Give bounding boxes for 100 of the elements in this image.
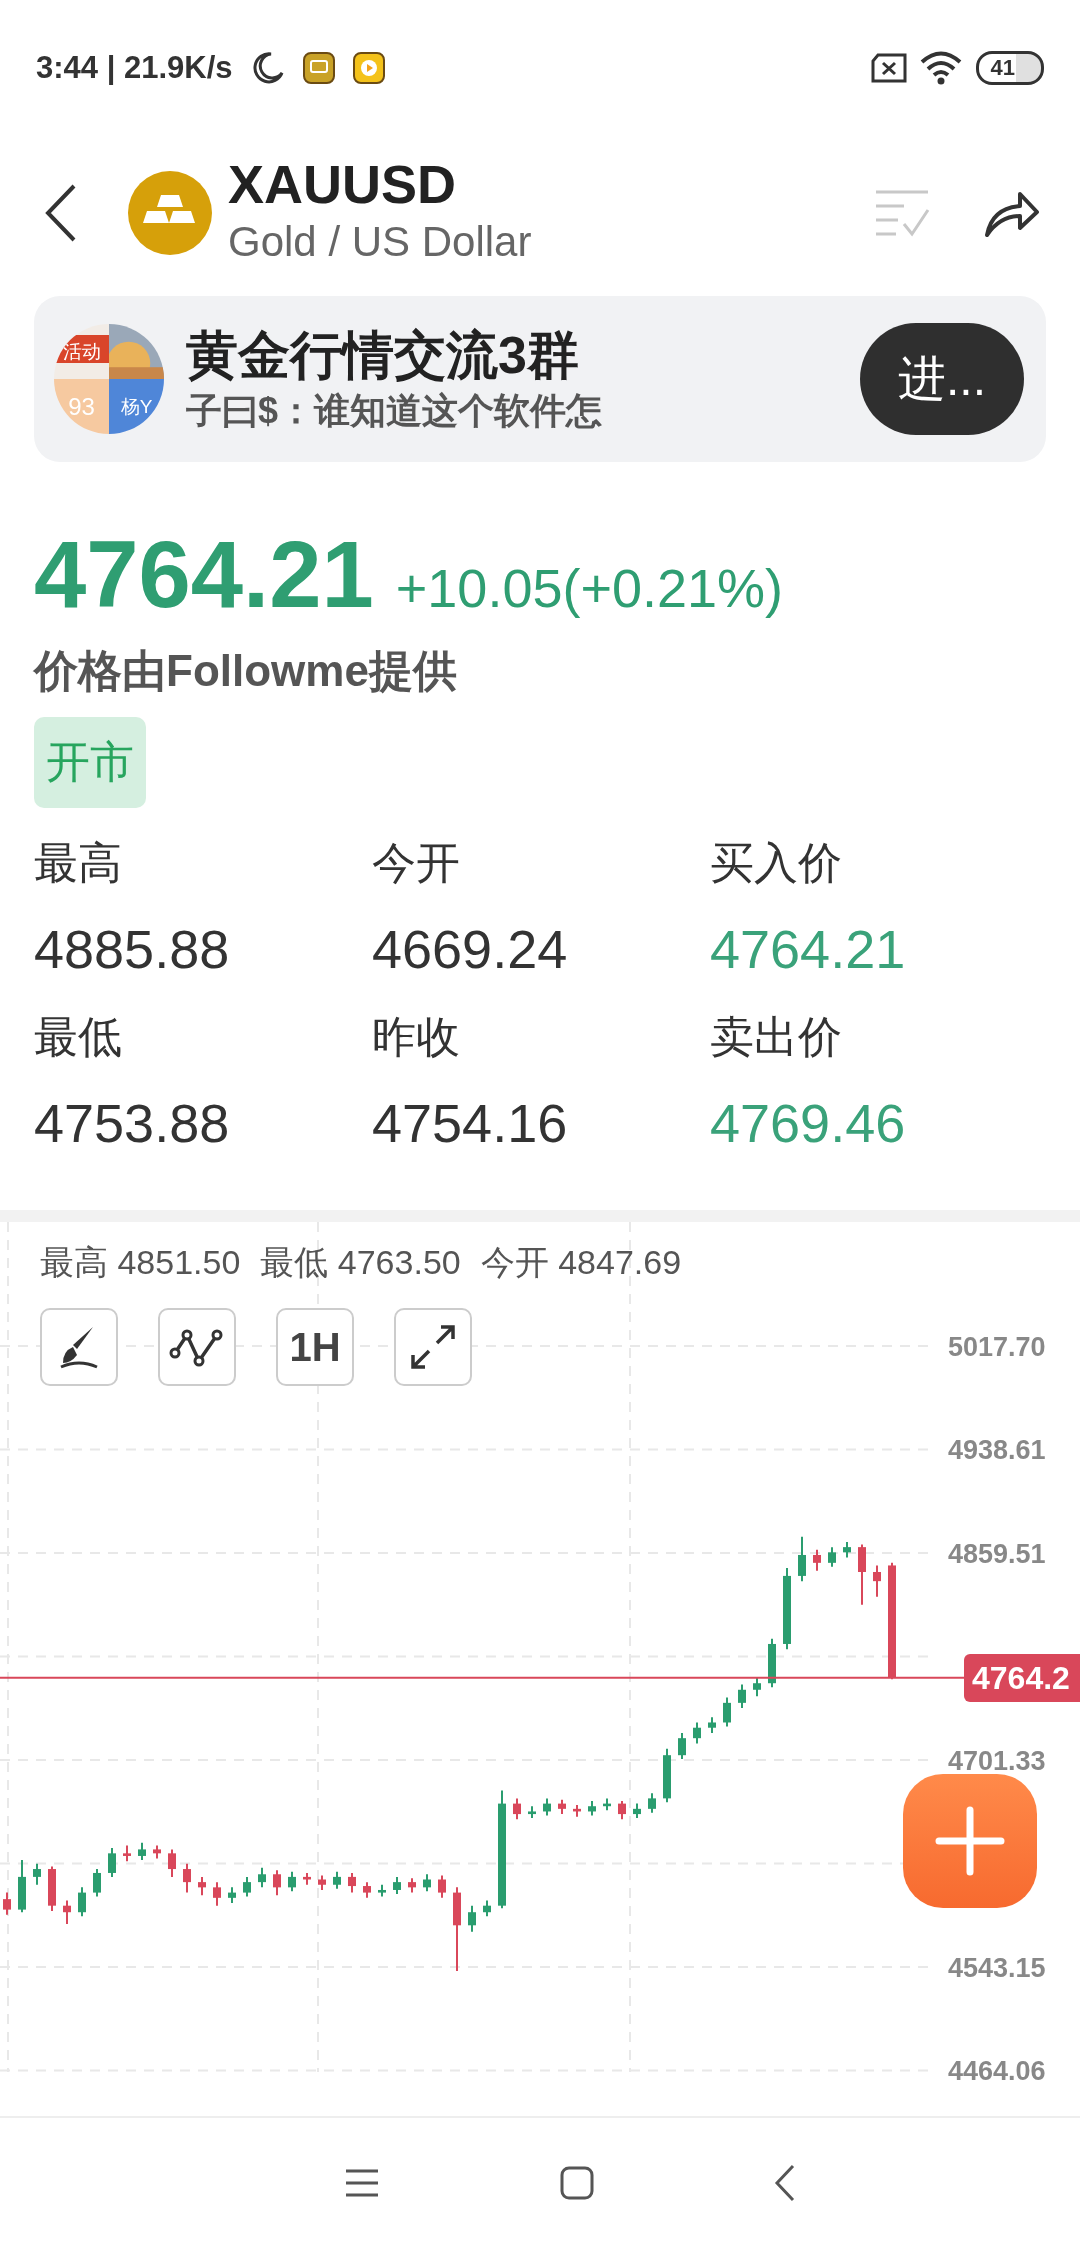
candle: [543, 1797, 551, 1817]
candle: [63, 1899, 71, 1926]
candle: [288, 1871, 296, 1893]
expand-icon: [411, 1325, 455, 1370]
checklist-icon[interactable]: [874, 188, 930, 238]
candle: [258, 1867, 266, 1889]
candle: [588, 1800, 596, 1817]
candle: [438, 1874, 446, 1900]
app-icon: [352, 52, 385, 84]
candle: [168, 1848, 176, 1879]
stat-value: 4885.88: [34, 918, 231, 982]
candle: [738, 1683, 746, 1710]
candle: [513, 1797, 521, 1821]
candle: [528, 1805, 536, 1820]
home-icon[interactable]: [560, 2166, 594, 2200]
battery-icon: 41: [975, 51, 1044, 85]
candle: [483, 1899, 491, 1918]
last-price-badge: 4764.2: [964, 1654, 1080, 1703]
add-button[interactable]: [903, 1774, 1037, 1909]
candle: [198, 1876, 206, 1897]
join-button[interactable]: 进...: [860, 323, 1024, 435]
candle: [423, 1873, 431, 1893]
candle: [303, 1872, 311, 1887]
candle: [828, 1546, 836, 1569]
candle: [858, 1543, 866, 1607]
candle: [48, 1865, 56, 1913]
candle: [273, 1869, 281, 1897]
candle: [243, 1876, 251, 1898]
chart-stat: 最高 4851.50: [40, 1242, 241, 1284]
price-change: +10.05(+0.21%): [395, 557, 784, 619]
indicator-button[interactable]: [158, 1308, 236, 1387]
stat-label: 今开: [372, 837, 461, 890]
stat-label: 买入价: [710, 837, 843, 890]
candle: [3, 1891, 11, 1917]
candle: [708, 1716, 716, 1735]
status-time: 3:44 | 21.9K/s: [36, 50, 233, 86]
back-icon[interactable]: [774, 2164, 796, 2202]
stat-label: 昨收: [372, 1011, 461, 1064]
symbol-name: Gold / US Dollar: [228, 217, 532, 268]
candle: [573, 1804, 581, 1819]
candle: [618, 1800, 626, 1821]
axis-label: 4464.06: [948, 2056, 1046, 2087]
candle: [93, 1868, 101, 1898]
last-price: 4764.21: [34, 521, 374, 629]
stat-label: 最高: [34, 837, 123, 890]
candle: [318, 1874, 326, 1892]
axis-label: 4701.33: [948, 1746, 1046, 1777]
candle: [693, 1721, 701, 1745]
candle: [363, 1881, 371, 1900]
back-icon[interactable]: [44, 183, 78, 243]
candle: [753, 1677, 761, 1698]
plus-icon: [935, 1806, 1005, 1877]
stat-value: 4769.46: [710, 1092, 907, 1156]
candle: [153, 1844, 161, 1860]
candle: [33, 1863, 41, 1887]
candle: [18, 1859, 26, 1914]
market-status-tag: 开市: [34, 717, 146, 809]
chart-stat: 今开 4847.69: [480, 1242, 682, 1284]
candle: [213, 1881, 221, 1907]
candle: [723, 1696, 731, 1728]
group-banner[interactable]: 活动 93 杨Y 黄金行情交流3群 子曰$：谁知道这个软件怎 进...: [34, 296, 1046, 462]
line-nodes-icon: [169, 1327, 225, 1368]
stat-label: 最低: [34, 1011, 123, 1064]
candle: [408, 1877, 416, 1894]
candle: [378, 1884, 386, 1898]
candle: [123, 1844, 131, 1863]
stat-value: 4764.21: [710, 918, 907, 982]
candle: [603, 1797, 611, 1812]
candle: [678, 1732, 686, 1761]
candle: [768, 1638, 776, 1689]
axis-label: 4859.51: [948, 1539, 1046, 1570]
moon-icon: [250, 51, 285, 85]
price-source: 价格由Followme提供: [34, 645, 457, 698]
fullscreen-button[interactable]: [394, 1308, 472, 1387]
axis-label: 4543.15: [948, 1953, 1046, 1984]
candle: [633, 1802, 641, 1820]
app-icon: [302, 52, 335, 84]
group-title: 黄金行情交流3群: [186, 325, 580, 387]
candle: [468, 1905, 476, 1934]
candle: [558, 1799, 566, 1816]
candle: [393, 1876, 401, 1896]
candle: [333, 1871, 341, 1890]
brush-button[interactable]: [40, 1308, 118, 1387]
stat-label: 卖出价: [710, 1011, 843, 1064]
candle: [813, 1549, 821, 1573]
candle: [663, 1748, 671, 1804]
stat-value: 4669.24: [372, 918, 569, 982]
candle: [873, 1564, 881, 1599]
candle: [843, 1541, 851, 1559]
candle: [228, 1886, 236, 1905]
brush-icon: [59, 1325, 99, 1370]
candle: [348, 1872, 356, 1894]
stat-value: 4753.88: [34, 1092, 231, 1156]
chart-stat: 最低 4763.50: [260, 1242, 461, 1284]
menu-icon[interactable]: [344, 2168, 380, 2198]
candle: [138, 1842, 146, 1862]
interval-button[interactable]: 1H: [276, 1308, 354, 1387]
symbol-title: XAUUSD: [228, 153, 458, 217]
candle: [798, 1536, 806, 1583]
ingots-icon: [128, 171, 212, 255]
